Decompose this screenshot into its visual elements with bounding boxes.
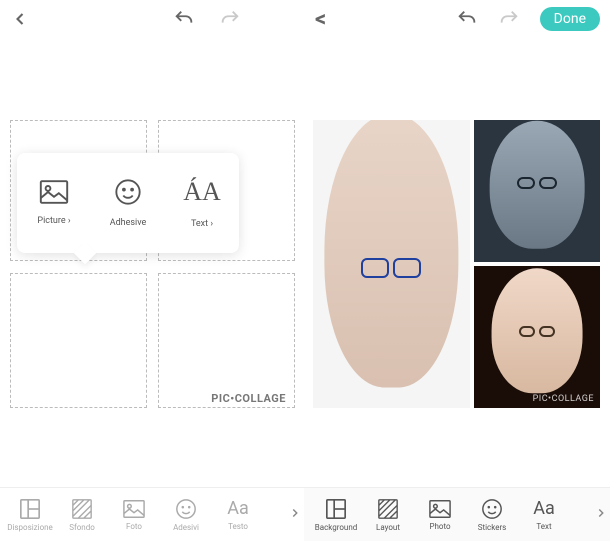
tool-photo[interactable]: Photo [414, 499, 466, 531]
add-content-popup: Picture › Adhesive ÁA Text › [17, 153, 239, 253]
collage-cell-bottom[interactable]: PIC•COLLAGE [474, 266, 600, 408]
tool-label: Adesivi [173, 523, 199, 532]
tool-label: Layout [376, 523, 400, 532]
canvas-right: PIC•COLLAGE [305, 38, 610, 408]
canvas-left: PIC•COLLAGE Picture › Adhesive ÁA Text › [0, 38, 305, 408]
scroll-right-icon[interactable] [288, 503, 302, 527]
tool-label: Background [315, 523, 358, 532]
add-text-button[interactable]: ÁA Text › [165, 153, 239, 253]
watermark: PIC•COLLAGE [211, 392, 286, 405]
text-aa-icon: Aa [227, 498, 249, 519]
back-icon[interactable] [10, 9, 30, 29]
text-aa-icon: ÁA [183, 177, 221, 207]
tool-label: Stickers [478, 523, 507, 532]
tool-label: Photo [429, 522, 450, 531]
undo-icon[interactable] [173, 8, 195, 30]
share-icon[interactable]: < [315, 7, 326, 32]
tool-background[interactable]: Sfondo [56, 498, 108, 532]
tool-layout[interactable]: Disposizione [4, 498, 56, 532]
popup-text-label: Text › [191, 219, 213, 229]
text-aa-icon: Aa [533, 498, 555, 519]
toolbar-left: Disposizione Sfondo Foto Adesivi Aa Test… [0, 488, 304, 541]
collage-grid-filled: PIC•COLLAGE [313, 120, 600, 408]
add-adhesive-button[interactable]: Adhesive [91, 153, 165, 253]
top-toolbar: < Done [0, 0, 610, 38]
tool-label: Testo [228, 522, 248, 531]
tool-layout[interactable]: Background [310, 498, 362, 532]
tool-label: Disposizione [7, 523, 53, 532]
toolbar-right: Background Layout Photo Stickers Aa Text [304, 488, 610, 541]
tool-background[interactable]: Layout [362, 498, 414, 532]
tool-photo[interactable]: Foto [108, 499, 160, 531]
tool-label: Text [536, 522, 551, 531]
tool-label: Foto [126, 522, 142, 531]
tool-label: Sfondo [69, 523, 95, 532]
undo-icon[interactable] [456, 8, 478, 30]
popup-picture-label: Picture › [37, 216, 70, 226]
tool-stickers[interactable]: Adesivi [160, 498, 212, 532]
collage-cell[interactable] [10, 273, 147, 408]
add-picture-button[interactable]: Picture › [17, 153, 91, 253]
canvas-area: PIC•COLLAGE Picture › Adhesive ÁA Text › [0, 38, 610, 408]
collage-cell-top[interactable] [474, 120, 600, 262]
topbar-left [0, 0, 305, 38]
redo-icon[interactable] [219, 8, 241, 30]
collage-cell[interactable]: PIC•COLLAGE [158, 273, 295, 408]
collage-cell-main[interactable] [313, 120, 470, 408]
tool-text[interactable]: Aa Text [518, 498, 570, 531]
bottom-toolbar: Disposizione Sfondo Foto Adesivi Aa Test… [0, 487, 610, 541]
popup-adhesive-label: Adhesive [110, 218, 147, 228]
tool-text[interactable]: Aa Testo [212, 498, 264, 531]
watermark: PIC•COLLAGE [533, 394, 594, 404]
redo-icon[interactable] [498, 8, 520, 30]
done-button[interactable]: Done [540, 7, 600, 31]
scroll-right-icon[interactable] [594, 503, 608, 527]
tool-stickers[interactable]: Stickers [466, 498, 518, 532]
topbar-right: < Done [305, 0, 610, 38]
